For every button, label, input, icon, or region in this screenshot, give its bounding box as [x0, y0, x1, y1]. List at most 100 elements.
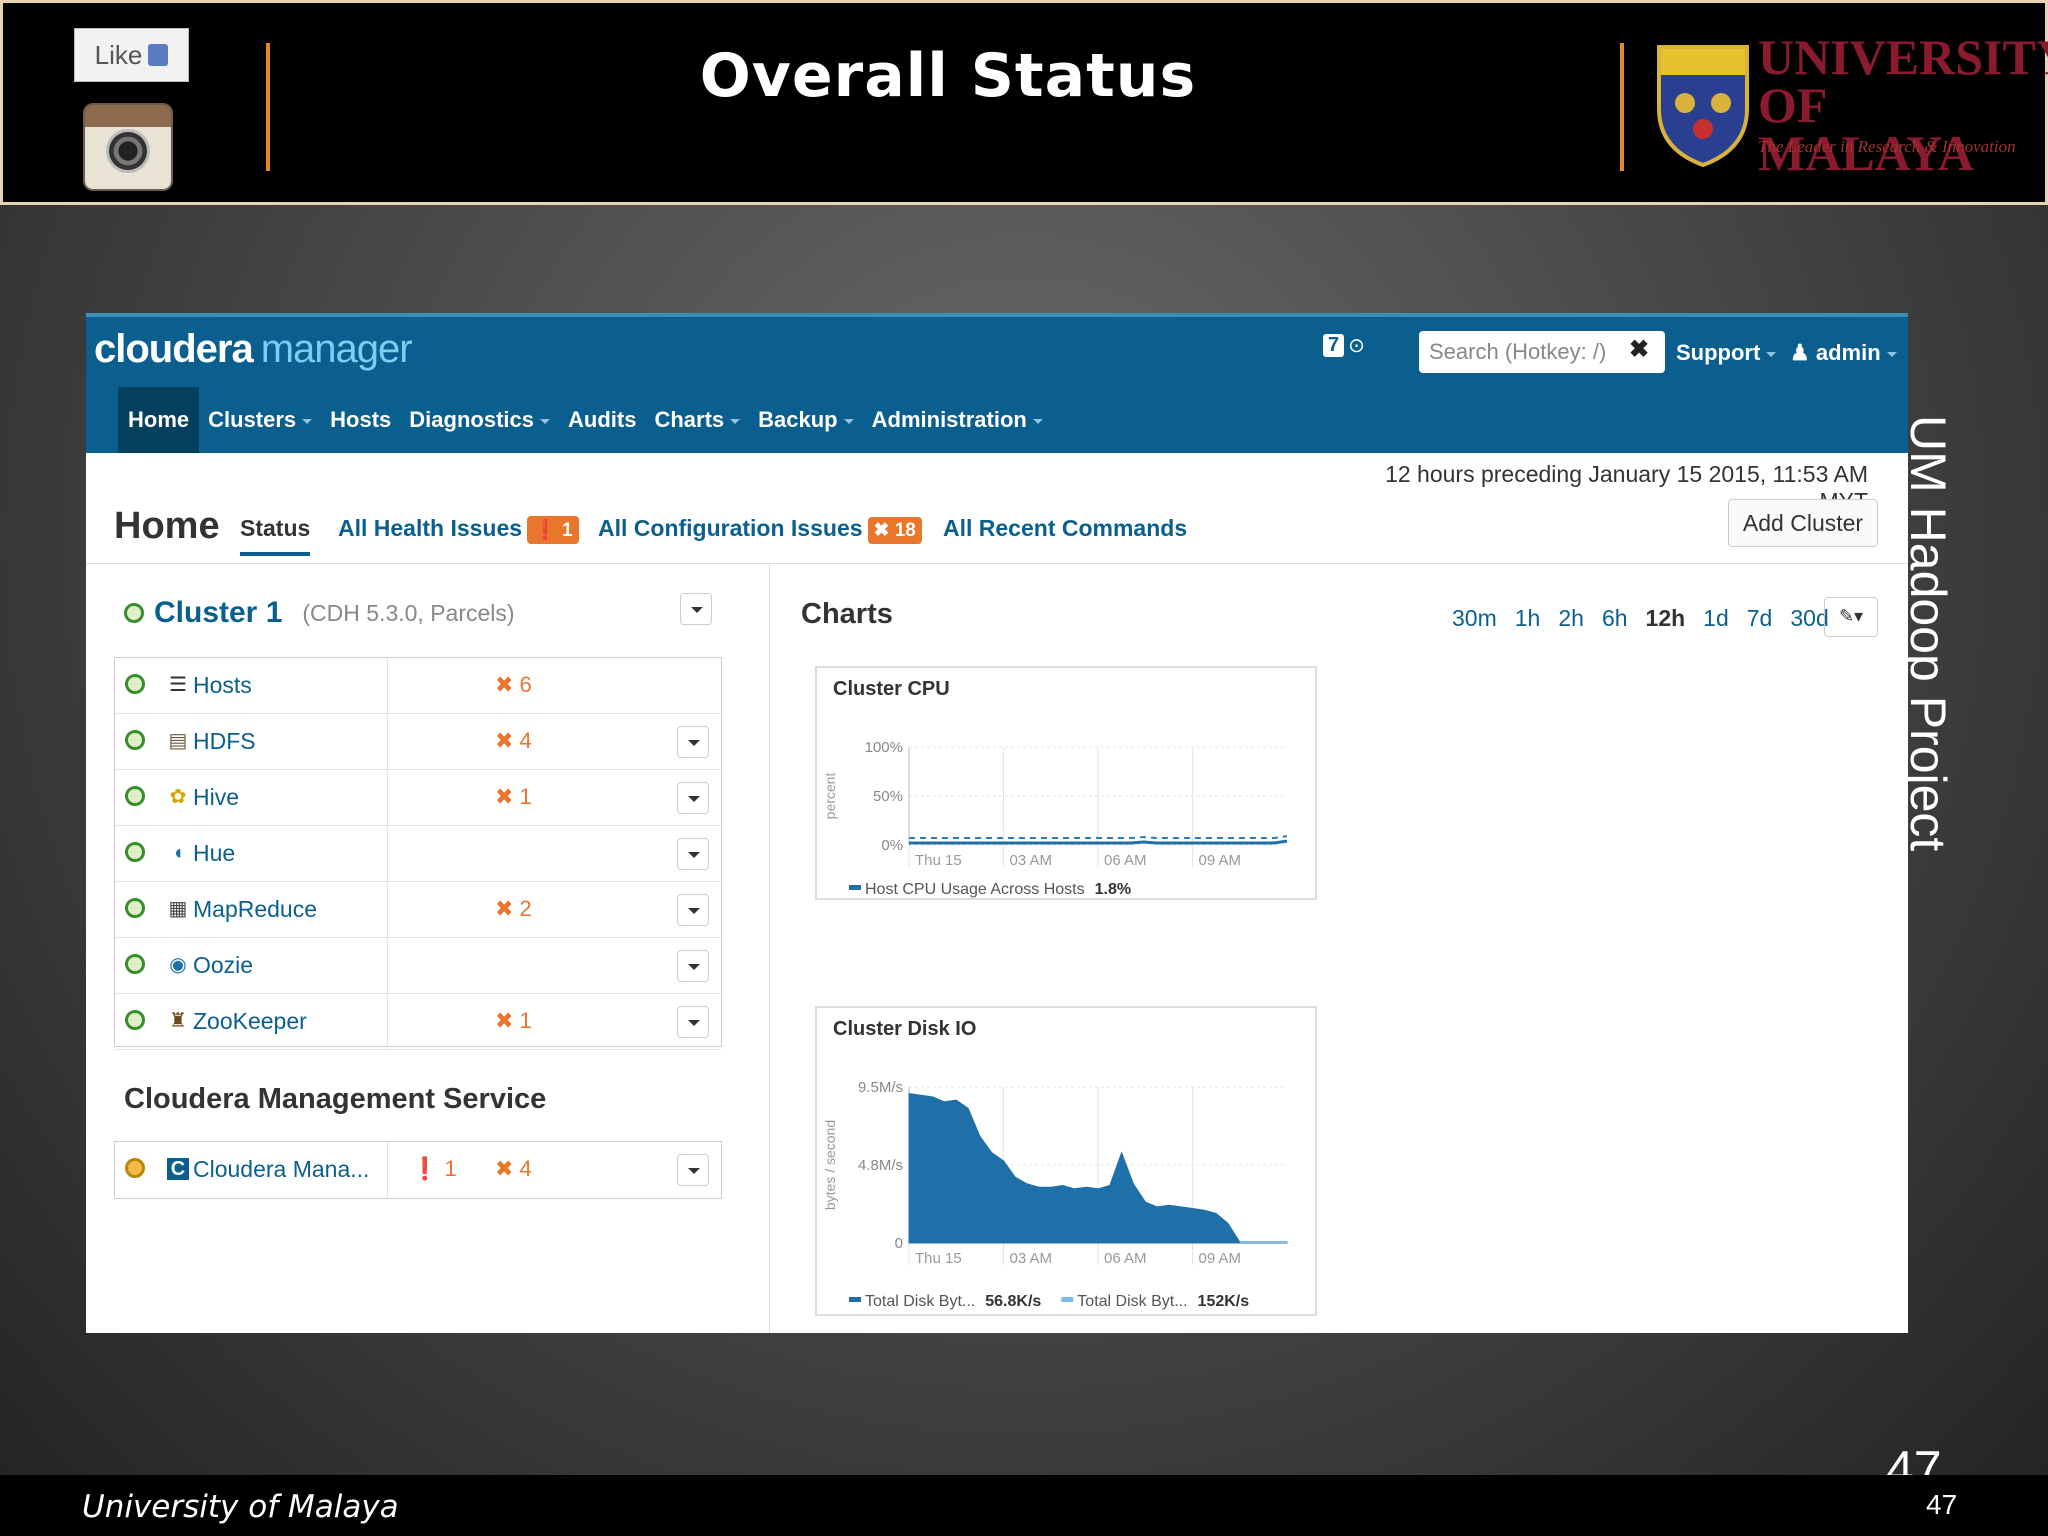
x-tick-label: Thu 15 [915, 1250, 962, 1267]
service-actions-dropdown[interactable] [677, 950, 709, 982]
health-good-icon [125, 898, 145, 918]
divider [769, 563, 770, 1333]
legend-label: Total Disk Byt... [865, 1293, 975, 1310]
table-row: ▤ HDFS ✖ 4 [115, 714, 721, 770]
range-1h[interactable]: 1h [1506, 605, 1550, 632]
cloudera-management-icon: C [167, 1158, 189, 1180]
tab-status[interactable]: Status [240, 515, 311, 556]
cluster-disk-io-chart: Cluster Disk IO bytes / second 9.5M/s 4.8M/… [815, 1006, 1317, 1316]
range-12h[interactable]: 12h [1637, 605, 1695, 632]
nav-clusters[interactable]: Clusters [199, 387, 321, 453]
service-name[interactable]: Hosts [193, 672, 252, 699]
cloudera-manager-logo[interactable]: cloudera manager [94, 327, 413, 372]
health-good-icon [124, 603, 144, 623]
service-name[interactable]: Oozie [193, 952, 253, 979]
cluster-header: Cluster 1 (CDH 5.3.0, Parcels) [124, 596, 515, 630]
management-service-table: C Cloudera Mana... ❗ 1 ✖ 4 [114, 1141, 722, 1199]
range-30m[interactable]: 30m [1443, 605, 1506, 632]
range-2h[interactable]: 2h [1549, 605, 1593, 632]
footer-page-number: 47 [1926, 1489, 1958, 1520]
mapreduce-icon: ▦ [168, 898, 188, 920]
y-axis-label: percent [822, 773, 838, 820]
service-name[interactable]: MapReduce [193, 896, 317, 923]
time-range-selector: 30m 1h 2h 6h 12h 1d 7d 30d [1443, 605, 1838, 632]
nav-charts[interactable]: Charts [645, 387, 749, 453]
footer-university: University of Malaya [82, 1489, 399, 1525]
range-6h[interactable]: 6h [1593, 605, 1637, 632]
tab-recent-commands[interactable]: All Recent Commands [943, 515, 1187, 542]
service-actions-dropdown[interactable] [677, 782, 709, 814]
legend-value: 152K/s [1198, 1293, 1250, 1310]
nav-administration[interactable]: Administration [863, 387, 1052, 453]
legend-label: Host CPU Usage Across Hosts [865, 881, 1085, 898]
x-tick-label: 09 AM [1199, 852, 1242, 869]
service-name[interactable]: ZooKeeper [193, 1008, 307, 1035]
health-good-icon [125, 674, 145, 694]
service-name[interactable]: Cloudera Mana... [193, 1156, 369, 1183]
hosts-icon: ☰ [169, 674, 187, 696]
health-good-icon [125, 786, 145, 806]
slide-header: Like Overall Status UNIVERSITY OF MALAYA… [0, 0, 2048, 205]
add-cluster-button[interactable]: Add Cluster [1728, 499, 1878, 547]
main-nav: Home Clusters Hosts Diagnostics Audits C… [86, 387, 1052, 453]
service-actions-dropdown[interactable] [677, 894, 709, 926]
page-title: Home [114, 505, 220, 547]
range-1d[interactable]: 1d [1694, 605, 1738, 632]
tab-configuration-issues[interactable]: All Configuration Issues ✖ 18 [598, 515, 922, 544]
cluster-actions-dropdown[interactable] [680, 593, 712, 625]
table-row: ◖ Hue [115, 826, 721, 882]
service-name[interactable]: HDFS [193, 728, 256, 755]
config-issue-count: ✖ 6 [495, 672, 532, 697]
x-tick-label: 06 AM [1104, 852, 1147, 869]
legend-value: 1.8% [1095, 881, 1131, 898]
university-crest-icon [1657, 45, 1749, 167]
legend-label: Total Disk Byt... [1077, 1293, 1187, 1310]
clear-search-icon[interactable]: ✖ [1629, 335, 1649, 364]
x-tick-label: 03 AM [1010, 852, 1053, 869]
chart-options-dropdown[interactable]: ✎▾ [1824, 597, 1878, 637]
service-name[interactable]: Hue [193, 840, 235, 867]
user-menu[interactable]: ♟ admin [1790, 340, 1897, 366]
service-actions-dropdown[interactable] [677, 1154, 709, 1186]
support-menu[interactable]: Support [1676, 340, 1777, 366]
chart-title: Cluster Disk IO [833, 1018, 976, 1040]
legend-swatch [849, 885, 861, 890]
tab-health-issues[interactable]: All Health Issues ❗ 1 [338, 515, 579, 544]
management-service-title: Cloudera Management Service [124, 1083, 547, 1115]
notifications-button[interactable]: 7 ⊙ [1323, 333, 1365, 358]
like-label: Like [94, 39, 143, 70]
config-issue-count: ✖ 1 [495, 1008, 532, 1033]
service-name[interactable]: Hive [193, 784, 239, 811]
config-issues-badge: ✖ 18 [867, 517, 922, 544]
x-tick-label: 06 AM [1104, 1250, 1147, 1267]
health-good-icon [125, 954, 145, 974]
nav-backup[interactable]: Backup [749, 387, 862, 453]
nav-diagnostics[interactable]: Diagnostics [400, 387, 559, 453]
legend-value: 56.8K/s [985, 1293, 1041, 1310]
range-7d[interactable]: 7d [1738, 605, 1782, 632]
slide-title: Overall Status [699, 41, 1197, 111]
nav-audits[interactable]: Audits [559, 387, 645, 453]
health-good-icon [125, 842, 145, 862]
service-actions-dropdown[interactable] [677, 838, 709, 870]
chart-title: Cluster CPU [833, 678, 950, 700]
nav-hosts[interactable]: Hosts [321, 387, 400, 453]
nav-home[interactable]: Home [118, 387, 200, 453]
cloudera-manager-window: cloudera manager 7 ⊙ Search (Hotkey: /) ✖… [86, 313, 1908, 1333]
service-actions-dropdown[interactable] [677, 1006, 709, 1038]
zookeeper-icon: ♜ [169, 1010, 187, 1032]
divider [86, 563, 1908, 564]
config-issue-count: ✖ 2 [495, 896, 532, 921]
health-issues-badge: ❗ 1 [527, 516, 579, 544]
clock-icon: ⊙ [1348, 335, 1365, 357]
like-button[interactable]: Like [74, 28, 189, 82]
service-actions-dropdown[interactable] [677, 726, 709, 758]
instagram-icon[interactable] [83, 103, 173, 191]
cluster-name[interactable]: Cluster 1 [154, 596, 282, 630]
hdfs-icon: ▤ [168, 730, 188, 752]
table-row: ▦ MapReduce ✖ 2 [115, 882, 721, 938]
config-issue-count: ✖ 4 [495, 728, 532, 753]
slide-footer: University of Malaya 47 [0, 1475, 2048, 1536]
table-row: ◉ Oozie [115, 938, 721, 994]
top-navbar: cloudera manager 7 ⊙ Search (Hotkey: /) ✖… [86, 313, 1908, 453]
